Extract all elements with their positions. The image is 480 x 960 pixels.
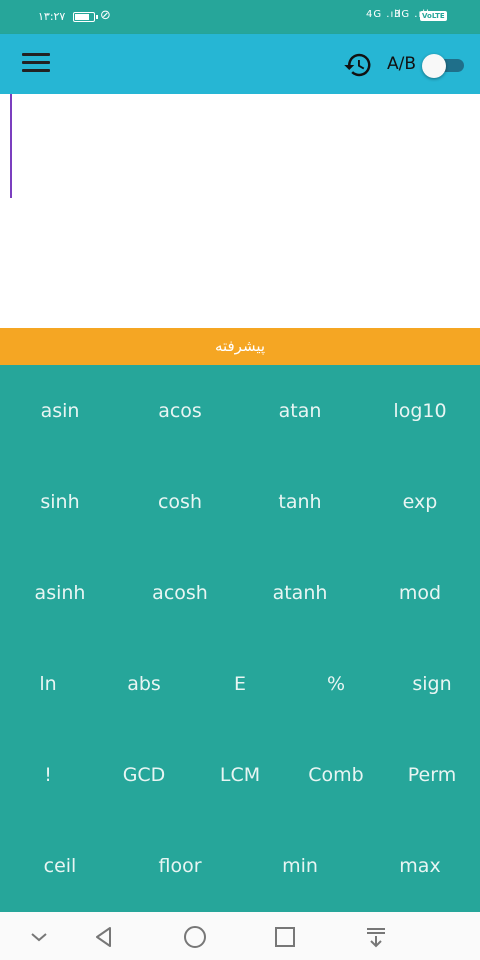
key-atan[interactable]: atan	[240, 365, 360, 456]
key-percent[interactable]: %	[288, 638, 384, 729]
key-min[interactable]: min	[240, 820, 360, 911]
tab-advanced[interactable]: پیشرفته	[0, 328, 480, 365]
mute-icon: ⊘	[100, 8, 111, 23]
back-icon[interactable]	[89, 922, 119, 952]
history-icon[interactable]	[343, 50, 373, 80]
key-sinh[interactable]: sinh	[0, 456, 120, 547]
expression-display[interactable]	[0, 94, 480, 328]
home-icon[interactable]	[180, 922, 210, 952]
key-asinh[interactable]: asinh	[0, 547, 120, 638]
key-acos[interactable]: acos	[120, 365, 240, 456]
mode-label: A/B	[387, 54, 417, 74]
notification-pull-icon[interactable]	[361, 922, 391, 952]
key-comb[interactable]: Comb	[288, 729, 384, 820]
key-log10[interactable]: log10	[360, 365, 480, 456]
key-row: sinh cosh tanh exp	[0, 456, 480, 547]
key-lcm[interactable]: LCM	[192, 729, 288, 820]
key-exp[interactable]: exp	[360, 456, 480, 547]
key-acosh[interactable]: acosh	[120, 547, 240, 638]
key-abs[interactable]: abs	[96, 638, 192, 729]
key-atanh[interactable]: atanh	[240, 547, 360, 638]
key-row: asin acos atan log10	[0, 365, 480, 456]
key-max[interactable]: max	[360, 820, 480, 911]
chevron-down-icon[interactable]	[24, 922, 54, 952]
key-tanh[interactable]: tanh	[240, 456, 360, 547]
key-row: ! GCD LCM Comb Perm	[0, 729, 480, 820]
key-sign[interactable]: sign	[384, 638, 480, 729]
app-toolbar: A/B	[0, 34, 480, 94]
battery-icon	[73, 12, 98, 22]
key-perm[interactable]: Perm	[384, 729, 480, 820]
volte-badge: VoLTE	[420, 11, 447, 21]
recents-icon[interactable]	[270, 922, 300, 952]
key-ceil[interactable]: ceil	[0, 820, 120, 911]
system-nav-bar	[0, 912, 480, 960]
key-row: ceil floor min max	[0, 820, 480, 911]
key-row: ln abs E % sign	[0, 638, 480, 729]
status-bar: ١٣:٢٧ ⊘ 4G .ıll 3G .ıll VoLTE	[0, 0, 480, 34]
key-cosh[interactable]: cosh	[120, 456, 240, 547]
key-floor[interactable]: floor	[120, 820, 240, 911]
key-e[interactable]: E	[192, 638, 288, 729]
mode-toggle[interactable]	[422, 54, 466, 78]
key-gcd[interactable]: GCD	[96, 729, 192, 820]
function-keypad: asin acos atan log10 sinh cosh tanh exp …	[0, 365, 480, 912]
key-factorial[interactable]: !	[0, 729, 96, 820]
text-cursor	[10, 94, 12, 198]
key-mod[interactable]: mod	[360, 547, 480, 638]
menu-icon[interactable]	[22, 53, 50, 75]
status-time: ١٣:٢٧	[38, 10, 66, 23]
key-ln[interactable]: ln	[0, 638, 96, 729]
key-asin[interactable]: asin	[0, 365, 120, 456]
key-row: asinh acosh atanh mod	[0, 547, 480, 638]
